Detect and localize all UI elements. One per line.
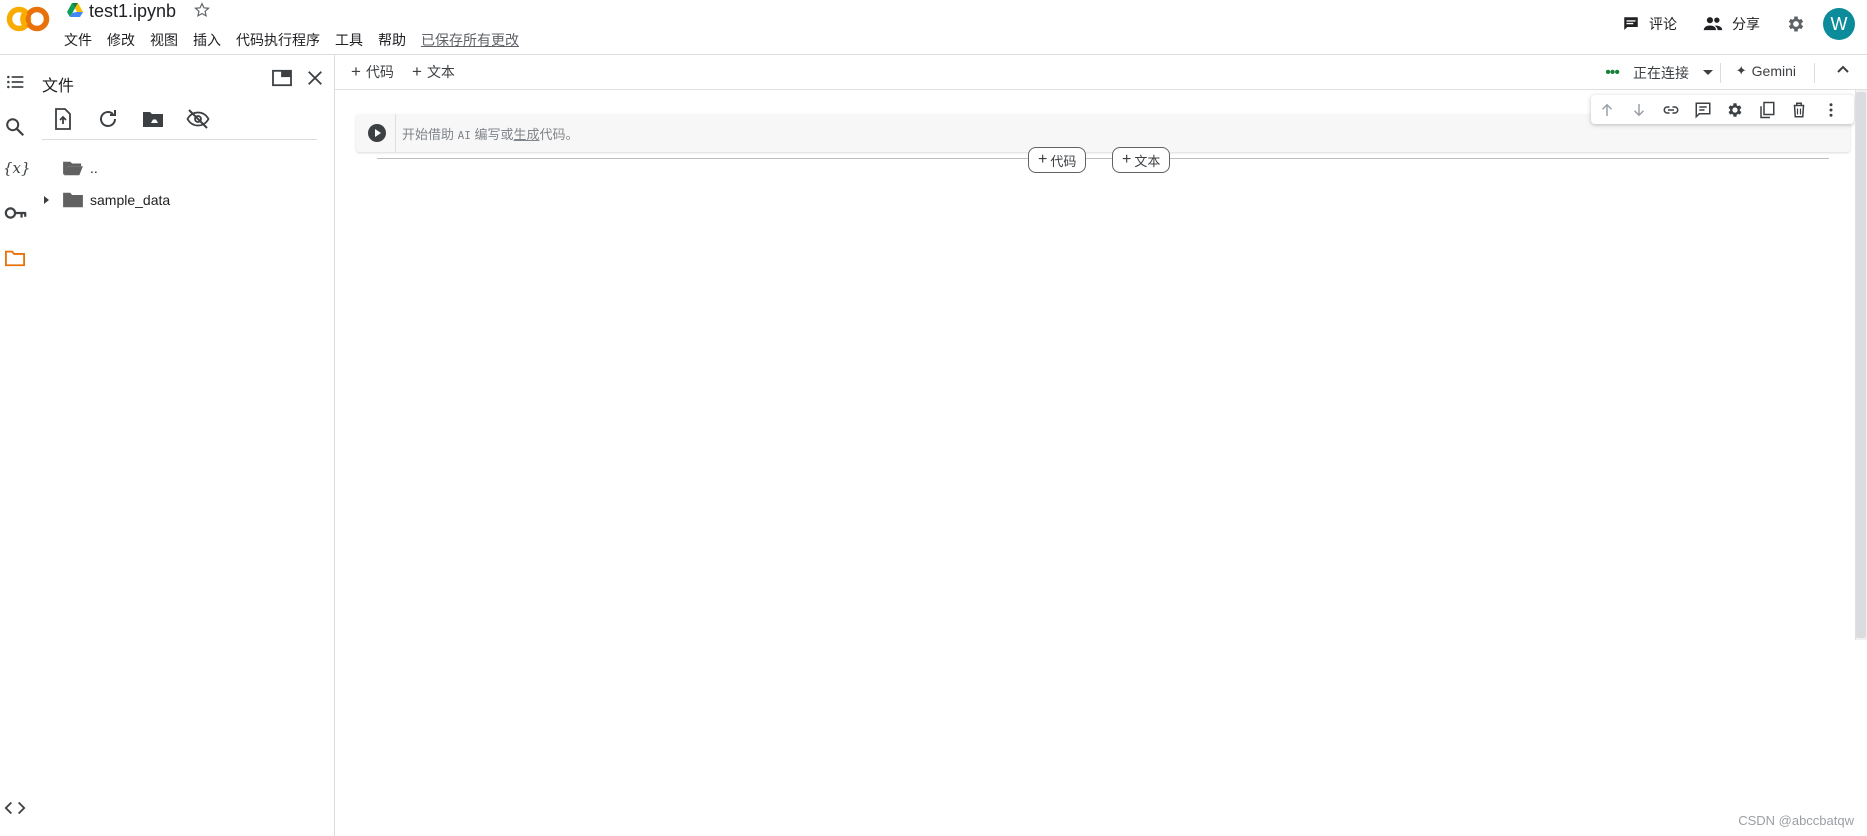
file-row-sample-data[interactable]: sample_data [41, 187, 170, 213]
saved-status-link[interactable]: 已保存所有更改 [421, 30, 519, 50]
colab-logo[interactable] [6, 4, 50, 34]
people-icon [1703, 15, 1732, 33]
move-up-arrow-icon[interactable] [1598, 101, 1616, 119]
secrets-key-icon[interactable] [4, 204, 28, 222]
plus-icon: + [351, 62, 361, 81]
chevron-down-icon[interactable] [1702, 69, 1714, 77]
insert-code-label: 代码 [1050, 153, 1077, 169]
placeholder-text-part: 编写或 [470, 127, 514, 142]
gemini-sparkle-icon: ✦ [1735, 63, 1747, 78]
left-rail: {𝑥} [0, 55, 31, 836]
insert-code-cell-button[interactable]: + 代码 [1028, 147, 1087, 173]
placeholder-ai-text: AI [457, 129, 471, 142]
search-icon[interactable] [4, 116, 26, 138]
plus-icon: + [412, 62, 422, 81]
watermark-text: CSDN @abccbatqw [1738, 813, 1854, 828]
insert-text-label: 文本 [1134, 153, 1161, 169]
connecting-dots-icon: ••• [1605, 64, 1620, 81]
comment-button[interactable]: 评论 [1622, 14, 1677, 34]
expand-caret-icon[interactable] [41, 195, 51, 205]
google-drive-icon [67, 3, 83, 17]
comment-icon[interactable] [1694, 101, 1712, 119]
mirror-cell-icon[interactable] [1758, 101, 1776, 119]
menu-insert[interactable]: 插入 [193, 30, 221, 50]
star-icon[interactable] [193, 1, 211, 19]
menu-help[interactable]: 帮助 [378, 30, 406, 50]
menu-edit[interactable]: 修改 [107, 30, 135, 50]
chevron-up-icon[interactable] [1836, 64, 1850, 74]
more-vert-icon[interactable] [1822, 101, 1840, 119]
plus-icon: + [1122, 151, 1132, 168]
files-folder-icon[interactable] [4, 248, 26, 268]
add-text-button[interactable]: + 文本 [412, 62, 455, 82]
toolbar-divider [1814, 63, 1815, 83]
plus-icon: + [1038, 151, 1048, 168]
add-text-label: 文本 [426, 64, 455, 80]
add-code-button[interactable]: + 代码 [351, 62, 394, 82]
link-icon[interactable] [1662, 101, 1680, 119]
open-in-tab-icon[interactable] [271, 69, 293, 87]
delete-trash-icon[interactable] [1790, 101, 1808, 119]
file-name: sample_data [90, 192, 171, 208]
upload-file-icon[interactable] [51, 107, 75, 131]
files-panel: 文件 .. sample_data [31, 55, 335, 836]
comment-icon [1622, 15, 1649, 33]
table-of-contents-icon[interactable] [4, 72, 26, 92]
gemini-label: Gemini [1751, 63, 1796, 79]
open-folder-icon [62, 159, 84, 177]
menu-tools[interactable]: 工具 [335, 30, 363, 50]
close-panel-icon[interactable] [306, 69, 324, 87]
variables-icon[interactable]: {𝑥} [3, 159, 31, 177]
gemini-button[interactable]: ✦ Gemini [1736, 63, 1796, 79]
header-actions: 评论 分享 W [1596, 8, 1855, 40]
cell-toolbar [1591, 95, 1854, 124]
share-label: 分享 [1732, 16, 1760, 32]
file-name: .. [90, 160, 98, 176]
files-panel-title: 文件 [42, 78, 75, 95]
connection-status: 正在连接 [1633, 65, 1689, 81]
connect-runtime-button[interactable]: ••• 正在连接 [1605, 63, 1714, 83]
menu-bar: 文件 修改 视图 插入 代码执行程序 工具 帮助 已保存所有更改 [64, 30, 519, 50]
cell-settings-gear-icon[interactable] [1726, 101, 1744, 119]
file-toolbar [51, 107, 231, 131]
scrollbar-thumb[interactable] [1856, 92, 1866, 638]
user-avatar[interactable]: W [1823, 8, 1855, 40]
folder-icon [62, 191, 84, 209]
refresh-icon[interactable] [96, 107, 120, 131]
toolbar-divider [1720, 63, 1721, 83]
insert-text-cell-button[interactable]: + 文本 [1112, 147, 1171, 173]
notebook-toolbar: + 代码 + 文本 ••• 正在连接 ✦ Gemini [335, 55, 1867, 90]
cell-placeholder-text[interactable]: 开始借助 AI 编写或生成代码。 [402, 124, 579, 143]
cell-gutter-divider [395, 114, 396, 152]
add-code-label: 代码 [365, 64, 394, 80]
panel-divider [42, 139, 317, 140]
code-snippets-icon[interactable] [4, 800, 26, 816]
menu-view[interactable]: 视图 [150, 30, 178, 50]
notebook-main: + 代码 + 文本 ••• 正在连接 ✦ Gemini 开始借助 AI 编写或生… [335, 55, 1867, 836]
move-down-arrow-icon[interactable] [1630, 101, 1648, 119]
file-row-parent[interactable]: .. [62, 155, 98, 181]
insert-cell-divider [377, 158, 1829, 159]
hide-files-eye-icon[interactable] [186, 107, 210, 131]
comment-label: 评论 [1649, 16, 1677, 32]
placeholder-text-part: 开始借助 [402, 127, 458, 142]
run-cell-play-icon[interactable] [367, 123, 387, 143]
settings-gear-icon[interactable] [1786, 14, 1806, 34]
menu-file[interactable]: 文件 [64, 30, 92, 50]
app-header: test1.ipynb 文件 修改 视图 插入 代码执行程序 工具 帮助 已保存… [0, 0, 1867, 55]
generate-code-link[interactable]: 生成 [514, 127, 540, 142]
placeholder-text-part: 代码。 [539, 127, 579, 142]
mount-drive-icon[interactable] [141, 107, 165, 131]
share-button[interactable]: 分享 [1703, 14, 1760, 34]
notebook-title[interactable]: test1.ipynb [89, 0, 176, 22]
menu-runtime[interactable]: 代码执行程序 [236, 30, 320, 50]
